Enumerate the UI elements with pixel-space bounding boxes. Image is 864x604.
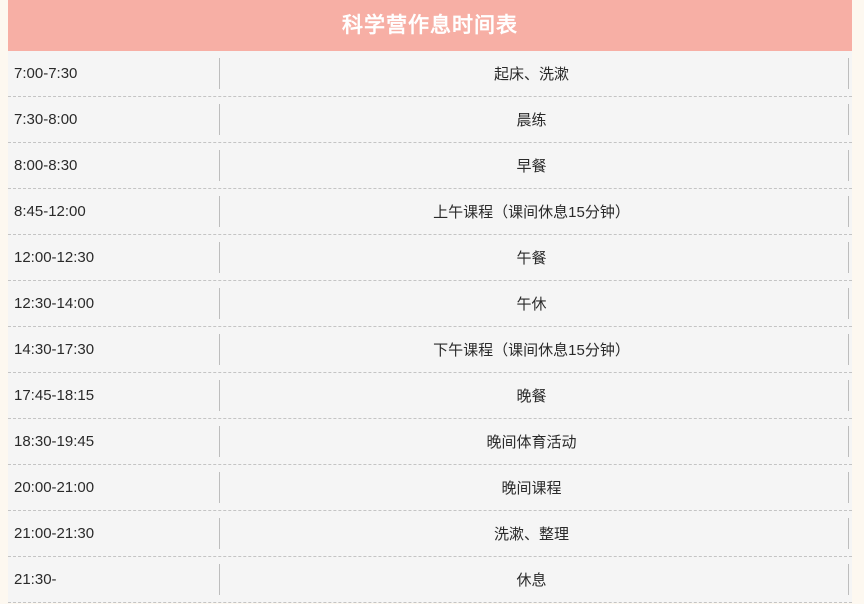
table-row: 8:45-12:00 上午课程（课间休息15分钟） <box>8 189 852 235</box>
column-divider-right <box>848 518 849 549</box>
table-row: 21:00-21:30 洗漱、整理 <box>8 511 852 557</box>
table-row: 7:00-7:30 起床、洗漱 <box>8 51 852 97</box>
cell-activity: 早餐 <box>516 158 547 175</box>
table-row: 20:00-21:00 晚间课程 <box>8 465 852 511</box>
column-divider <box>219 380 220 411</box>
cell-time: 17:45-18:15 <box>14 387 95 404</box>
cell-time: 8:45-12:00 <box>14 203 86 220</box>
cell-activity: 起床、洗漱 <box>493 66 569 83</box>
column-divider-right <box>848 380 849 411</box>
cell-time: 7:30-8:00 <box>14 111 78 128</box>
cell-activity: 下午课程（课间休息15分钟） <box>433 342 630 359</box>
column-divider <box>219 564 220 595</box>
column-divider-right <box>848 242 849 273</box>
cell-activity: 上午课程（课间休息15分钟） <box>433 204 630 221</box>
table-row: 12:00-12:30 午餐 <box>8 235 852 281</box>
column-divider <box>219 426 220 457</box>
table-body: 7:00-7:30 起床、洗漱 7:30-8:00 晨练 8:00-8:30 早餐 8:45… <box>8 51 852 603</box>
column-divider-right <box>848 334 849 365</box>
column-divider-right <box>848 472 849 503</box>
table-row: 7:30-8:00 晨练 <box>8 97 852 143</box>
schedule-table: 科学营作息时间表 7:00-7:30 起床、洗漱 7:30-8:00 晨练 8:00-8… <box>8 0 852 604</box>
table-header: 科学营作息时间表 <box>8 0 852 51</box>
table-row: 12:30-14:00 午休 <box>8 281 852 327</box>
table-row: 14:30-17:30 下午课程（课间休息15分钟） <box>8 327 852 373</box>
cell-time: 14:30-17:30 <box>14 341 95 358</box>
cell-time: 12:00-12:30 <box>14 249 95 266</box>
cell-activity: 晚间体育活动 <box>486 434 577 451</box>
column-divider-right <box>848 58 849 89</box>
column-divider <box>219 472 220 503</box>
cell-time: 7:00-7:30 <box>14 65 78 82</box>
cell-activity: 午餐 <box>516 250 547 267</box>
cell-time: 20:00-21:00 <box>14 479 95 496</box>
cell-activity: 晚间课程 <box>501 480 562 497</box>
table-row: 21:30- 休息 <box>8 557 852 603</box>
column-divider <box>219 242 220 273</box>
column-divider-right <box>848 426 849 457</box>
cell-time: 8:00-8:30 <box>14 157 78 174</box>
column-divider-right <box>848 150 849 181</box>
cell-activity: 休息 <box>516 572 547 589</box>
cell-time: 21:00-21:30 <box>14 525 95 542</box>
column-divider-right <box>848 564 849 595</box>
column-divider <box>219 150 220 181</box>
column-divider <box>219 104 220 135</box>
cell-activity: 洗漱、整理 <box>493 526 569 543</box>
table-row: 17:45-18:15 晚餐 <box>8 373 852 419</box>
column-divider <box>219 196 220 227</box>
cell-time: 12:30-14:00 <box>14 295 95 312</box>
cell-activity: 午休 <box>516 296 547 313</box>
cell-time: 18:30-19:45 <box>14 433 95 450</box>
column-divider-right <box>848 288 849 319</box>
column-divider <box>219 334 220 365</box>
column-divider-right <box>848 196 849 227</box>
column-divider <box>219 518 220 549</box>
cell-time: 21:30- <box>14 571 57 588</box>
column-divider-right <box>848 104 849 135</box>
page-title: 科学营作息时间表 <box>342 14 518 37</box>
column-divider <box>219 288 220 319</box>
cell-activity: 晚餐 <box>516 388 547 405</box>
table-row: 18:30-19:45 晚间体育活动 <box>8 419 852 465</box>
column-divider <box>219 58 220 89</box>
table-row: 8:00-8:30 早餐 <box>8 143 852 189</box>
cell-activity: 晨练 <box>516 112 547 129</box>
